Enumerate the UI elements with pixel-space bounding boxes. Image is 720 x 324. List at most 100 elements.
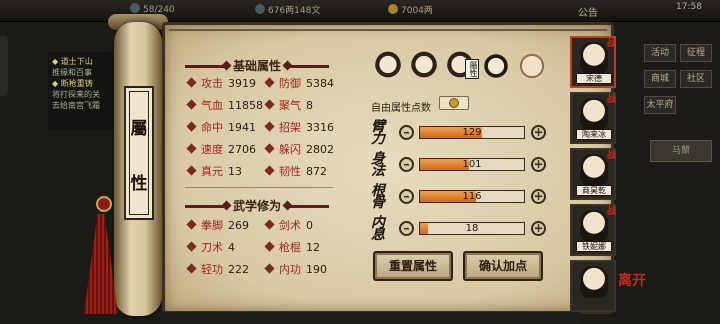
portrait-attribute[interactable]: 屬性 (443, 47, 479, 87)
diamond-icon (186, 241, 197, 252)
infant-icon (519, 51, 545, 81)
attr-bar: 101 (419, 158, 525, 171)
martial-arts-header: 武学修为 (179, 197, 335, 214)
diamond-icon (264, 99, 275, 110)
character-portrait-icon (375, 51, 401, 81)
stat-hp: 气血 11858 (186, 97, 263, 113)
diamond-icon (264, 241, 275, 252)
portrait-flame[interactable] (407, 47, 441, 87)
tassel-icon (84, 214, 118, 314)
exit-button[interactable]: 离开 (618, 270, 646, 290)
martial-sword: 剑术 0 (264, 217, 313, 233)
announcement-button[interactable]: 公告 (578, 4, 598, 19)
money-counter: 676两148文 (255, 3, 320, 18)
diamond-icon (264, 165, 275, 176)
diamond-icon (186, 121, 197, 132)
diamond-icon (264, 121, 275, 132)
stat-true-energy: 真元 13 (186, 163, 242, 179)
stat-attack: 攻击 3919 (186, 75, 256, 91)
attributes-tab-label: 屬 性 (124, 86, 154, 220)
diamond-icon (186, 219, 197, 230)
plus-button[interactable]: + (531, 189, 546, 204)
basic-attributes-header: 基础属性 (179, 57, 335, 74)
hero-portrait-icon (580, 98, 608, 130)
portrait-doctor[interactable] (371, 47, 405, 87)
quest-line: ◆ 道士下山 (52, 57, 93, 66)
attr-label: 臂力 (371, 119, 385, 147)
quest-line: 将打探来的关 (52, 90, 100, 99)
clock: 17:58 (676, 2, 702, 12)
party-member[interactable]: 宋德战 (570, 36, 616, 88)
party-roster: 宋德战 陶来冰战 商昊乾战 铁妮娜战 (570, 36, 616, 318)
diamond-icon (186, 263, 197, 274)
shop-button[interactable]: 商城 (644, 70, 676, 88)
equipment-portraits: 屬性 (371, 47, 545, 93)
party-member[interactable]: 商昊乾战 (570, 148, 616, 200)
plus-button[interactable]: + (531, 125, 546, 140)
minus-button[interactable]: – (399, 221, 414, 236)
minus-button[interactable]: – (399, 189, 414, 204)
hero-portrait-icon (580, 42, 608, 74)
attr-label: 根骨 (371, 183, 385, 211)
attr-bar: 116 (419, 190, 525, 203)
community-button[interactable]: 社区 (680, 70, 712, 88)
tassel-knot-icon (96, 196, 112, 212)
quest-line: ◆ 断枪重铸 (52, 79, 93, 88)
martial-lightness: 轻功 222 (186, 261, 249, 277)
diamond-icon (264, 143, 275, 154)
coin-icon (449, 98, 459, 108)
free-points-box (439, 96, 469, 110)
left-drawer-tab[interactable] (0, 36, 8, 96)
peace-mansion-button[interactable]: 太平府 (644, 96, 676, 114)
portrait-infant[interactable] (515, 47, 549, 87)
journey-button[interactable]: 征程 (680, 44, 712, 62)
minus-button[interactable]: – (399, 157, 414, 172)
diamond-icon (186, 143, 197, 154)
diamond-icon (186, 99, 197, 110)
panel-border-line (169, 29, 607, 31)
diamond-icon (264, 219, 275, 230)
diamond-icon (264, 77, 275, 88)
diamond-icon (186, 165, 197, 176)
party-member[interactable]: 陶来冰战 (570, 92, 616, 144)
attr-row-constitution: 根骨 – 116 + (371, 183, 547, 211)
portrait-taiji[interactable] (479, 47, 513, 87)
quest-line: 推缘和百事 (52, 68, 92, 77)
quest-tracker[interactable]: ◆ 道士下山 推缘和百事 ◆ 断枪重铸 将打探来的关 去给南宫飞霜 (48, 52, 118, 130)
minus-button[interactable]: – (399, 125, 414, 140)
reset-attributes-button[interactable]: 重置属性 (373, 251, 453, 281)
stat-charge: 聚气 8 (264, 97, 313, 113)
quest-line: 去给南宫飞霜 (52, 101, 100, 110)
character-portrait-icon (411, 51, 437, 81)
stat-parry: 招架 3316 (264, 119, 334, 135)
taiji-icon (483, 51, 509, 81)
section-divider (185, 187, 333, 188)
stat-speed: 速度 2706 (186, 141, 256, 157)
martial-inner: 内功 190 (264, 261, 327, 277)
bottom-toolbar (160, 312, 580, 324)
party-member[interactable]: 铁妮娜战 (570, 204, 616, 256)
martial-blade: 刀术 4 (186, 239, 235, 255)
coin-icon (255, 4, 265, 14)
plus-button[interactable]: + (531, 221, 546, 236)
martial-spear: 枪棍 12 (264, 239, 320, 255)
diamond-icon (186, 77, 197, 88)
map-search[interactable]: 马蘭 (650, 140, 712, 162)
attr-row-strength: 臂力 – 129 + (371, 119, 547, 147)
hero-portrait-icon (580, 154, 608, 186)
attr-bar: 129 (419, 126, 525, 139)
attr-value: 101 (462, 159, 482, 170)
stat-toughness: 韧性 872 (264, 163, 327, 179)
attributes-panel: 基础属性 攻击 3919 防御 5384 气血 11858 聚气 8 命中 1941 招架… (162, 22, 614, 314)
martial-fist: 拳脚 269 (186, 217, 249, 233)
attr-row-agility: 身法 – 101 + (371, 151, 547, 179)
party-member[interactable] (570, 260, 616, 312)
gold-icon (388, 4, 398, 14)
stat-dodge: 躲闪 2802 (264, 141, 334, 157)
attr-label: 身法 (371, 151, 385, 179)
activity-button[interactable]: 活动 (644, 44, 676, 62)
attr-value: 116 (462, 191, 482, 202)
confirm-points-button[interactable]: 确认加点 (463, 251, 543, 281)
diamond-icon (264, 263, 275, 274)
plus-button[interactable]: + (531, 157, 546, 172)
